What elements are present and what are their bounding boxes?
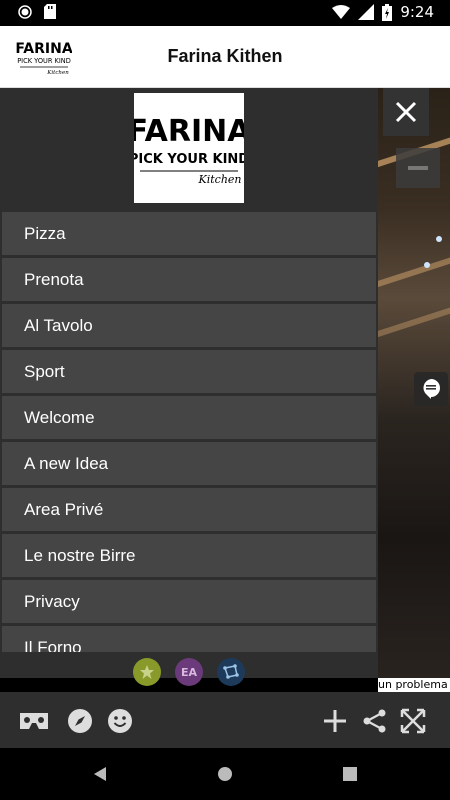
- menu-item-le-nostre-birre[interactable]: Le nostre Birre: [2, 534, 376, 577]
- sd-card-icon: [44, 4, 56, 19]
- menu-item-sport[interactable]: Sport: [2, 350, 376, 393]
- menu-item-a-new-idea[interactable]: A new Idea: [2, 442, 376, 485]
- comment-icon: [423, 379, 440, 399]
- zoom-out-button[interactable]: [396, 148, 440, 188]
- battery-icon: [382, 3, 393, 21]
- signal-icon: [358, 4, 375, 20]
- back-icon: [94, 767, 106, 781]
- status-bar: 9:24: [0, 0, 450, 26]
- svg-text:Kitchen: Kitchen: [198, 173, 242, 186]
- svg-text:FARINA: FARINA: [134, 114, 244, 149]
- svg-text:EA: EA: [181, 666, 198, 679]
- menu-item-al-tavolo[interactable]: Al Tavolo: [2, 304, 376, 347]
- compass-icon: [68, 709, 92, 733]
- system-nav-bar: [0, 748, 450, 800]
- home-icon: [218, 767, 232, 781]
- menu-item-il-forno[interactable]: Il Forno: [2, 626, 376, 652]
- app-header: FARINA PICK YOUR KIND Kitchen Farina Kit…: [0, 26, 450, 88]
- menu-item-pizza[interactable]: Pizza: [2, 212, 376, 255]
- share-icon: [363, 709, 386, 733]
- drawer-app-icons: EA: [0, 652, 378, 692]
- navigation-drawer: FARINA PICK YOUR KIND Kitchen Pizza Pren…: [0, 88, 378, 686]
- minus-icon: [408, 166, 428, 170]
- add-button[interactable]: [320, 706, 350, 736]
- share-button[interactable]: [360, 706, 390, 736]
- close-button[interactable]: [383, 88, 429, 136]
- viewer-toolbar: [0, 692, 450, 748]
- record-icon: [18, 4, 32, 19]
- vr-button[interactable]: [18, 706, 50, 736]
- drawer-logo: FARINA PICK YOUR KIND Kitchen: [134, 93, 244, 203]
- comment-button[interactable]: [414, 372, 448, 406]
- status-time: 9:24: [400, 3, 434, 21]
- fullscreen-icon: [400, 708, 426, 734]
- recents-button[interactable]: [340, 764, 360, 784]
- ea-icon[interactable]: EA: [175, 658, 203, 686]
- recents-icon: [343, 767, 357, 781]
- report-problem-link[interactable]: un problema: [378, 678, 450, 692]
- menu-item-privacy[interactable]: Privacy: [2, 580, 376, 623]
- compass-button[interactable]: [65, 706, 95, 736]
- star-icon[interactable]: [133, 658, 161, 686]
- constellation-icon[interactable]: [217, 658, 245, 686]
- svg-text:PICK YOUR KIND: PICK YOUR KIND: [134, 152, 244, 167]
- close-icon: [395, 101, 417, 123]
- back-button[interactable]: [90, 764, 110, 784]
- emoji-button[interactable]: [105, 706, 135, 736]
- wifi-icon: [332, 5, 351, 19]
- menu-item-prenota[interactable]: Prenota: [2, 258, 376, 301]
- home-button[interactable]: [215, 764, 235, 784]
- menu-item-area-prive[interactable]: Area Privé: [2, 488, 376, 531]
- menu-item-welcome[interactable]: Welcome: [2, 396, 376, 439]
- svg-text:Kitchen: Kitchen: [46, 70, 69, 76]
- page-title: Farina Kithen: [167, 46, 283, 66]
- plus-icon: [324, 710, 346, 732]
- cardboard-icon: [20, 713, 48, 729]
- fullscreen-button[interactable]: [398, 706, 428, 736]
- smiley-icon: [108, 709, 132, 733]
- menu-list: Pizza Prenota Al Tavolo Sport Welcome A …: [0, 212, 378, 652]
